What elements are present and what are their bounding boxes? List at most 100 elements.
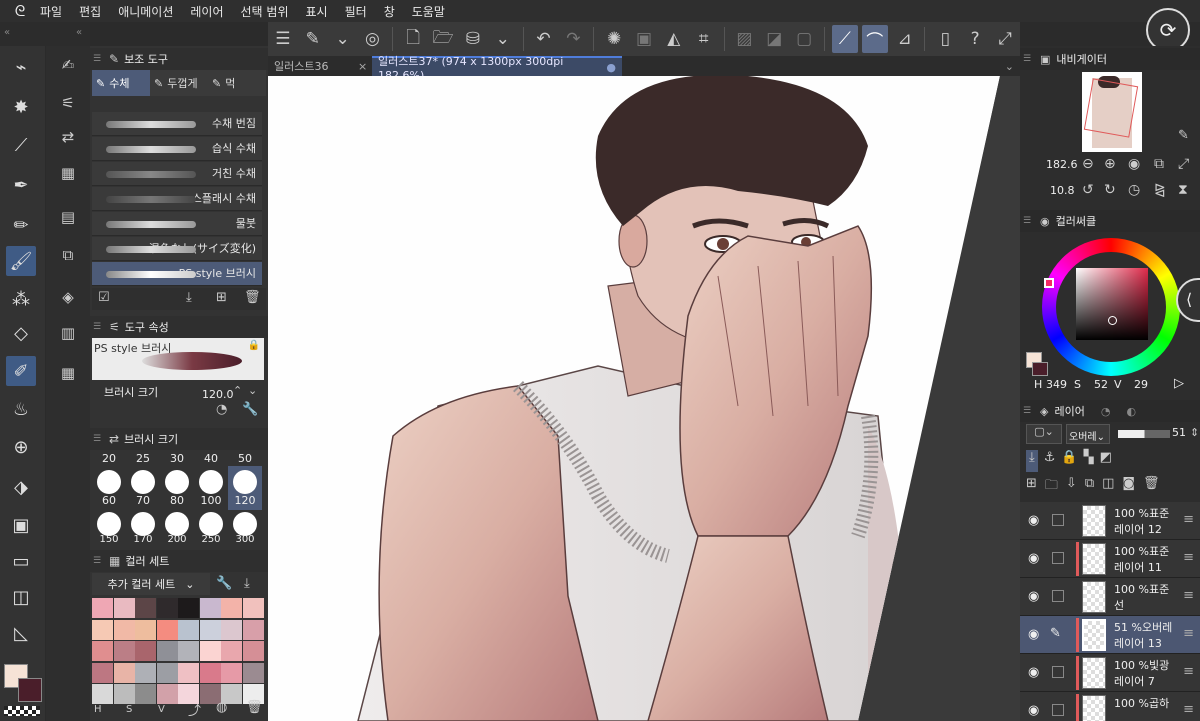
layer-row[interactable]: ◉ 100 %빛광 레이어 7 ≡ [1020, 654, 1200, 692]
panel-icon[interactable]: ▥ [52, 318, 84, 348]
color-swatch[interactable] [113, 641, 135, 661]
clip-icon[interactable]: ⤓ [1026, 450, 1038, 472]
collapse-icon[interactable]: « [4, 27, 10, 38]
film-icon[interactable]: ▤ [52, 202, 84, 232]
tab-watercolor[interactable]: ✎ 수체 [92, 70, 150, 96]
chevron-up-icon[interactable]: ⌃ [233, 384, 242, 397]
clear-icon[interactable]: ▣ [631, 25, 657, 53]
chevron-down-icon[interactable]: ⌄ [248, 384, 257, 397]
grip-icon[interactable]: ☰ [90, 322, 104, 332]
selection-border-icon[interactable]: ▢ [791, 25, 817, 53]
frame-icon[interactable]: ◫ [6, 582, 36, 612]
stepper-icon[interactable]: ⇕ [1190, 426, 1199, 439]
color-swatch[interactable] [242, 598, 264, 618]
download-icon[interactable]: ⤓ [186, 290, 192, 305]
blend-icon[interactable]: ✐ [6, 356, 36, 386]
rectangle-icon[interactable]: ▭ [6, 546, 36, 576]
layer-row[interactable]: ◉ 100 %표준 레이어 12 ≡ [1020, 502, 1200, 540]
brush-size-option[interactable]: 60 [92, 494, 126, 507]
color-swatch[interactable] [92, 662, 113, 683]
brush-size-option[interactable]: 50 [228, 452, 262, 465]
brush-size-option[interactable]: 25 [126, 452, 160, 465]
brush-size-option[interactable]: 100 [194, 494, 228, 507]
brush-dot[interactable] [97, 512, 121, 536]
layer-menu-icon[interactable]: ≡ [1183, 702, 1194, 717]
zoom-value[interactable]: 182.6 [1046, 158, 1078, 171]
transfer-down-icon[interactable]: ⇩ [1066, 476, 1077, 498]
brush-item[interactable]: 물붓 [92, 212, 262, 236]
fullscreen-icon[interactable]: ⤢ [992, 25, 1018, 53]
brush-tool-icon[interactable]: ⌁ [6, 52, 36, 82]
brush-item[interactable]: 습식 수채 [92, 137, 262, 161]
color-swatch[interactable] [199, 662, 221, 683]
add-icon[interactable]: ⊞ [216, 290, 227, 305]
color-swatch[interactable] [178, 598, 199, 618]
ruler-icon[interactable]: ◺ [6, 618, 36, 648]
flip-horizontal-icon[interactable]: ⧎ [1154, 182, 1166, 198]
color-swatch[interactable] [113, 598, 135, 618]
brush-dot[interactable] [199, 512, 223, 536]
open-folder-icon[interactable]: 🗁 [430, 25, 456, 53]
color-swatch[interactable] [178, 662, 199, 683]
sliders-icon[interactable]: ⚟ [52, 88, 84, 118]
layer-checkbox[interactable] [1052, 552, 1064, 564]
invert-selection-icon[interactable]: ◪ [761, 25, 787, 53]
color-swatch[interactable] [178, 619, 199, 640]
merge-icon[interactable]: ⧉ [1085, 476, 1094, 498]
help-icon[interactable]: ? [962, 25, 988, 53]
color-swatch[interactable] [135, 641, 156, 661]
brush-item[interactable]: 수채 번짐 [92, 112, 262, 136]
menu-view[interactable]: 표시 [306, 3, 328, 20]
color-swatch[interactable] [135, 619, 156, 640]
menu-layer[interactable]: 레이어 [190, 3, 223, 20]
layer-menu-icon[interactable]: ≡ [1183, 588, 1194, 603]
grip-icon[interactable]: ☰ [90, 54, 104, 64]
link-icon[interactable]: ⇄ [52, 122, 84, 152]
close-icon[interactable]: × [352, 56, 372, 76]
grip-icon[interactable]: ☰ [1020, 216, 1034, 226]
color-swatch[interactable] [135, 598, 156, 618]
fullscreen-icon[interactable]: ⤢ [1178, 156, 1189, 172]
brush-size-option[interactable]: 200 [160, 534, 194, 545]
save-icon[interactable]: ⛁ [460, 25, 486, 53]
hue-label[interactable]: H [94, 704, 102, 715]
trash-icon[interactable]: 🗑 [246, 700, 263, 715]
brush-dot[interactable] [97, 470, 121, 494]
menu-window[interactable]: 창 [384, 3, 395, 20]
chevron-down-icon[interactable]: ⌄ [490, 25, 516, 53]
zoom-in-icon[interactable]: ⊕ [1104, 156, 1116, 172]
color-swatch[interactable] [113, 619, 135, 640]
value-label[interactable]: V [158, 704, 165, 715]
transparent-color-swatch[interactable] [4, 706, 40, 716]
brush-size-value[interactable]: 120.0 [202, 388, 234, 401]
layer-color-dropdown[interactable]: ▢⌄ [1026, 424, 1062, 444]
menu-selection[interactable]: 선택 범위 [241, 3, 289, 20]
grid-icon[interactable]: ⊕ [6, 432, 36, 462]
snap-ruler-icon[interactable]: ⟋ [831, 25, 858, 53]
layers-icon[interactable]: ◈ [52, 282, 84, 312]
brush-item[interactable]: 스플래시 수채 [92, 187, 262, 211]
brush-dot[interactable] [199, 470, 223, 494]
add-color-icon[interactable]: ◍ [216, 700, 227, 715]
pen-icon[interactable]: ✎ [1178, 128, 1189, 143]
import-icon[interactable]: ⤓ [244, 576, 250, 591]
brush-size-option[interactable]: 170 [126, 534, 160, 545]
brush-dot[interactable] [233, 470, 257, 494]
checkbox-icon[interactable]: ☑ [98, 290, 110, 305]
airbrush-icon[interactable]: ⁂ [6, 284, 36, 314]
wrench-icon[interactable]: 🔧 [242, 402, 258, 417]
color-swatch[interactable] [199, 598, 221, 618]
wrench-icon[interactable]: 🔧 [216, 576, 232, 591]
nodes-icon[interactable]: ⧉ [52, 240, 84, 270]
color-swatch[interactable] [156, 641, 178, 661]
undo-icon[interactable]: ↶ [531, 25, 557, 53]
tab-illust37[interactable]: 일러스트37* (974 x 1300px 300dpi 182.6%) ● [372, 55, 622, 82]
eye-icon[interactable]: ◉ [1028, 703, 1039, 718]
brush-dot[interactable] [165, 512, 189, 536]
color-swatch[interactable] [92, 598, 113, 618]
menu-edit[interactable]: 편집 [79, 3, 101, 20]
layer-menu-icon[interactable]: ≡ [1183, 512, 1194, 527]
brush-size-option[interactable]: 300 [228, 534, 262, 545]
blend-mode-dropdown[interactable]: 오버레⌄ [1066, 424, 1110, 444]
color-swatch[interactable] [113, 662, 135, 683]
